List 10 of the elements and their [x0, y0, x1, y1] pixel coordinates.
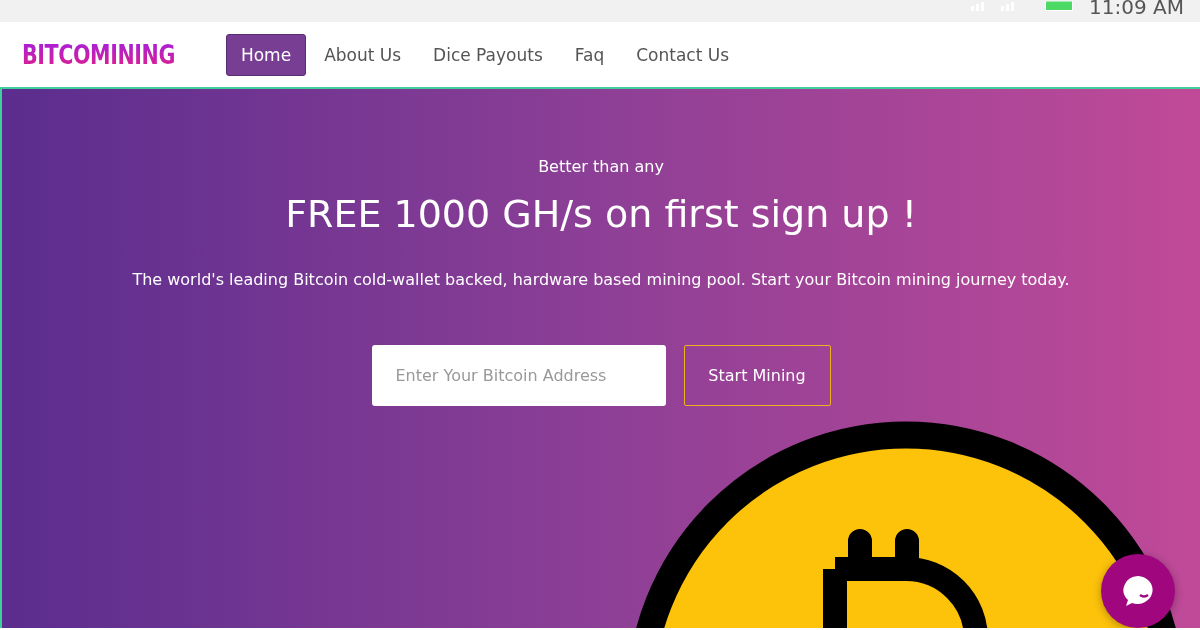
nav-link[interactable]: About Us [310, 33, 416, 76]
address-field[interactable]: Enter Your Bitcoin Address [371, 345, 666, 406]
hero-subtitle: The world's leading Bitcoin cold-wallet backed, hardware based mining pool. Start your Bitcoin mining journey today. [132, 270, 1070, 289]
nav-link[interactable]: Contact Us [622, 33, 744, 76]
nav-link[interactable]: Home [225, 33, 307, 76]
hero-eyebrow: Better than any [538, 157, 664, 176]
start-mining-button[interactable]: Start Mining [683, 345, 831, 406]
nav-link[interactable]: Dice Payouts [419, 33, 557, 76]
hero-headline: FREE 1000 GH/s on first sign up ! [285, 192, 917, 236]
nav-link[interactable]: Faq [560, 33, 619, 76]
